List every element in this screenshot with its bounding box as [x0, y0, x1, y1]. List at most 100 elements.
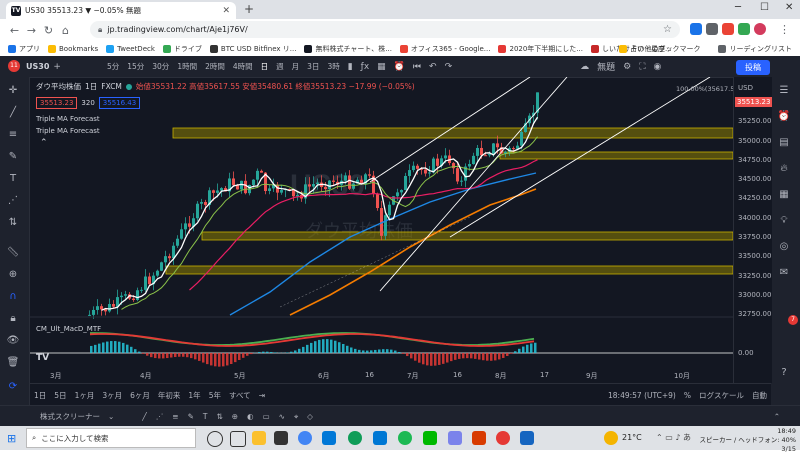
ruler-icon[interactable]: 📏︎ — [6, 247, 20, 258]
clock-display[interactable]: 18:49:57 (UTC+9) — [604, 391, 680, 400]
camera-icon[interactable]: ◉ — [650, 62, 666, 72]
bookmark-item[interactable]: 無料株式チャート、株... — [304, 44, 391, 54]
timeframe-option[interactable]: 週 — [272, 61, 288, 72]
currency-label[interactable]: USD — [738, 84, 753, 92]
range-option[interactable]: 1日 — [30, 390, 50, 401]
alerts-icon[interactable]: ⏰ — [777, 111, 791, 122]
edge-icon[interactable] — [348, 431, 362, 445]
log-scale-toggle[interactable]: ログスケール — [695, 390, 748, 401]
timeframe-option[interactable]: 4時間 — [229, 61, 257, 72]
timeframe-option[interactable]: 3時 — [323, 61, 343, 72]
forward-icon[interactable]: → — [23, 24, 40, 37]
teams-icon[interactable] — [373, 431, 387, 445]
store-icon[interactable] — [274, 431, 288, 445]
eye-icon[interactable]: 👁︎ — [6, 335, 20, 346]
cortana-icon[interactable] — [207, 431, 223, 447]
crosshair-icon[interactable]: ✛ — [6, 85, 20, 96]
bookmark-item[interactable]: Bookmarks — [48, 45, 98, 53]
support-zone[interactable] — [166, 266, 733, 274]
add-symbol-icon[interactable]: + — [49, 62, 65, 72]
replay-icon[interactable]: ⏮ — [409, 62, 425, 72]
settings-icon[interactable]: ⚙ — [619, 62, 635, 72]
omnibox[interactable]: 🔒︎ jp.tradingview.com/chart/Aje1j76V/ ☆ — [90, 21, 680, 38]
range-option[interactable]: すべて — [225, 390, 255, 401]
drawing-tools-row[interactable]: ╱⋰≡✎T⇅⊕◐▭∿⌖◇ — [138, 412, 326, 422]
support-zone[interactable] — [202, 232, 733, 240]
timeframe-option[interactable]: 月 — [288, 61, 304, 72]
trash-icon[interactable]: 🗑︎ — [6, 357, 20, 368]
chevron-down-icon[interactable]: ⌄ — [104, 412, 118, 421]
zoom-icon[interactable]: ⊕ — [6, 269, 20, 280]
extension-icon[interactable] — [722, 23, 734, 35]
app-icon[interactable] — [496, 431, 510, 445]
range-option[interactable]: 1ヶ月 — [71, 390, 99, 401]
magnet-icon[interactable]: ∩ — [6, 291, 20, 302]
menu-dots-icon[interactable]: ⋮ — [776, 23, 793, 36]
line-icon[interactable] — [423, 431, 437, 445]
layout-name[interactable]: 無題 — [593, 60, 619, 73]
templates-icon[interactable]: ▦ — [373, 62, 390, 72]
macd-indicator-label[interactable]: CM_Ult_MacD_MTF — [36, 325, 101, 333]
price-chart[interactable]: US30 ダウ平均株価 100.00%(35617.55) CM_Ult_Mac… — [30, 77, 733, 383]
back-icon[interactable]: ← — [6, 24, 23, 37]
app-icon[interactable] — [520, 431, 534, 445]
undo-icon[interactable]: ↶ — [425, 62, 441, 72]
sell-price[interactable]: 35513.23 — [36, 97, 77, 109]
reload-icon[interactable]: ↻ — [40, 24, 57, 37]
timeframe-option[interactable]: 30分 — [148, 61, 173, 72]
range-option[interactable]: 6ヶ月 — [126, 390, 154, 401]
candle-style-icon[interactable]: ▮ — [344, 62, 357, 72]
tray-icons[interactable]: ⌃ ▭ ♪ あ — [656, 432, 691, 443]
symbol-search[interactable]: US30 — [26, 62, 49, 71]
timeframe-option[interactable]: 15分 — [123, 61, 148, 72]
fib-icon[interactable]: ≡ — [6, 129, 20, 140]
range-option[interactable]: 5年 — [205, 390, 225, 401]
profile-avatar[interactable] — [754, 23, 766, 35]
indicator-label[interactable]: Triple MA Forecast — [36, 127, 100, 135]
other-bookmarks[interactable]: その他のブックマーク — [619, 44, 700, 54]
maximize-icon[interactable]: ☐ — [760, 2, 769, 13]
lock-drawing-icon[interactable]: 🔒︎ — [6, 313, 20, 324]
bookmark-item[interactable]: BTC USD Bitfinex リ... — [210, 44, 297, 54]
resistance-zone[interactable] — [173, 128, 733, 138]
channel-middle-line[interactable] — [380, 77, 567, 291]
temperature[interactable]: 21°C — [622, 433, 642, 442]
indicator-label[interactable]: Triple MA Forecast — [36, 115, 100, 123]
screener-tab[interactable]: 株式スクリーナー — [36, 411, 104, 422]
chrome-icon[interactable] — [298, 431, 312, 445]
close-window-icon[interactable]: ✕ — [785, 2, 793, 13]
bookmark-item[interactable]: TweetDeck — [106, 45, 155, 53]
symbol-name[interactable]: ダウ平均株価 — [36, 81, 81, 92]
range-option[interactable]: 1年 — [184, 390, 204, 401]
hotlist-icon[interactable]: 🔥︎ — [777, 163, 791, 174]
bookmark-star-icon[interactable]: ☆ — [663, 24, 672, 35]
collapse-panel-icon[interactable]: ⌃ — [770, 412, 784, 421]
timeframe-option[interactable]: 5分 — [103, 61, 123, 72]
explorer-icon[interactable] — [252, 431, 266, 445]
mail-icon[interactable] — [322, 431, 336, 445]
forecast-icon[interactable]: ⇅ — [6, 217, 20, 228]
pattern-icon[interactable]: ⋰ — [6, 195, 20, 206]
extension-icon[interactable] — [706, 23, 718, 35]
extension-icon[interactable] — [690, 23, 702, 35]
collapse-legend-icon[interactable]: ⌃ — [40, 138, 48, 148]
fullscreen-icon[interactable]: ⛶ — [635, 62, 649, 72]
brush-icon[interactable]: ✎ — [6, 151, 20, 162]
ideas-icon[interactable]: 💡︎ — [777, 215, 791, 226]
range-option[interactable]: 5日 — [50, 390, 70, 401]
reading-list[interactable]: リーディングリスト — [718, 44, 792, 54]
indicators-icon[interactable]: ƒx — [357, 62, 374, 72]
browser-tab[interactable]: TV US30 35513.23 ▼ −0.05% 無題 ✕ — [6, 2, 236, 19]
time-axis[interactable]: 3月 4月 5月 6月 16 7月 16 8月 17 9月 10月 — [30, 367, 733, 383]
weather-icon[interactable] — [604, 431, 618, 445]
notification-count-icon[interactable]: 7 — [788, 315, 798, 325]
buy-price[interactable]: 35516.43 — [99, 97, 140, 109]
percent-toggle[interactable]: % — [680, 391, 695, 400]
app-icon[interactable] — [448, 431, 462, 445]
help-icon[interactable]: ? — [777, 367, 791, 378]
goto-date-icon[interactable]: ⇥ — [255, 391, 269, 400]
publish-button[interactable]: 投稿 — [736, 60, 770, 75]
minimize-icon[interactable]: ─ — [735, 2, 741, 13]
extension-icon[interactable] — [738, 23, 750, 35]
streams-icon[interactable]: ◎ — [777, 241, 791, 252]
